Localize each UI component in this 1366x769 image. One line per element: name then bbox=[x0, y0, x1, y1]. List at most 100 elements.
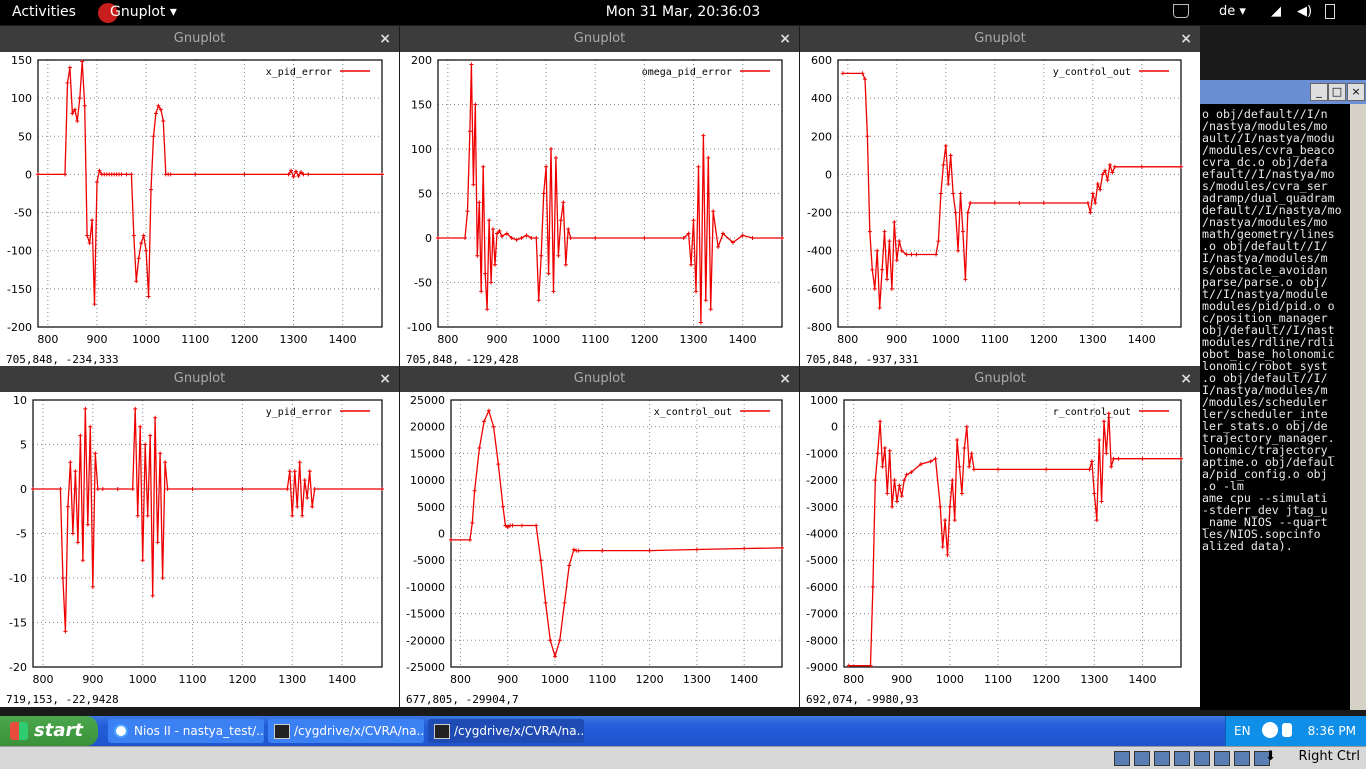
volume-icon[interactable]: ◀) bbox=[1297, 4, 1312, 19]
taskbar-item-nios[interactable]: Nios II - nastya_test/... bbox=[108, 719, 264, 743]
taskbar-item-cygwin-2[interactable]: /cygdrive/x/CVRA/na... bbox=[428, 719, 584, 743]
display-icon[interactable] bbox=[1214, 751, 1230, 766]
network-adapter-icon[interactable] bbox=[1174, 751, 1190, 766]
y-tick-label: -400 bbox=[807, 245, 832, 258]
data-point bbox=[83, 406, 88, 411]
usb-icon[interactable] bbox=[1154, 751, 1170, 766]
keyboard-layout[interactable]: de ▾ bbox=[1219, 4, 1246, 19]
terminal-titlebar[interactable]: _ □ × bbox=[1200, 80, 1366, 104]
data-point bbox=[880, 464, 885, 469]
y-tick-label: -9000 bbox=[806, 661, 838, 674]
y-tick-label: -20 bbox=[9, 661, 27, 674]
start-button[interactable]: start bbox=[0, 716, 98, 746]
terminal-scrollbar[interactable] bbox=[1350, 104, 1366, 710]
plot-canvas[interactable]: 800 900 1000 1100 1200 1300 1400 -20 -15 -10 -5 0 5 1… bbox=[0, 392, 399, 707]
data-point bbox=[292, 469, 297, 474]
data-point bbox=[489, 280, 494, 285]
window-titlebar[interactable]: Gnuplot × bbox=[400, 366, 799, 392]
maximize-icon[interactable]: □ bbox=[1328, 83, 1346, 101]
data-point bbox=[957, 464, 962, 469]
close-icon[interactable]: × bbox=[779, 366, 791, 392]
data-point bbox=[593, 236, 598, 240]
gnuplot-window-r-control-out[interactable]: Gnuplot × 800 900 1000 1100 1200 1300 1400 -9000 -… bbox=[800, 366, 1200, 707]
terminal-output[interactable]: o obj/default//I/n/nastya/modules/mo ault… bbox=[1202, 108, 1342, 552]
data-point bbox=[285, 487, 290, 491]
wifi-icon[interactable]: ◢ bbox=[1271, 4, 1281, 19]
data-point bbox=[119, 172, 124, 177]
safely-remove-icon[interactable] bbox=[1282, 723, 1292, 737]
x-tick-label: 1400 bbox=[1128, 673, 1156, 686]
data-point bbox=[190, 487, 195, 491]
data-point bbox=[75, 119, 80, 124]
data-point bbox=[1099, 499, 1104, 504]
data-point bbox=[73, 469, 78, 474]
coffee-icon[interactable] bbox=[1173, 4, 1189, 18]
plot-canvas[interactable]: 800 900 1000 1100 1200 1300 1400-200-150-100-5… bbox=[0, 52, 399, 367]
tray-clock[interactable]: 8:36 PM bbox=[1308, 724, 1356, 738]
window-titlebar[interactable]: Gnuplot × bbox=[400, 26, 799, 52]
y-tick-label: -200 bbox=[807, 207, 832, 220]
recording-icon[interactable] bbox=[1234, 751, 1250, 766]
gnuplot-window-x-pid-error[interactable]: Gnuplot × 800 900 1000 1100 1200 1300 1400 -200 -1… bbox=[0, 26, 399, 367]
x-tick-label: 1200 bbox=[630, 333, 658, 346]
data-point bbox=[479, 289, 484, 294]
data-point bbox=[885, 277, 889, 282]
data-point bbox=[875, 248, 880, 253]
data-point bbox=[1094, 518, 1099, 523]
data-point bbox=[536, 298, 541, 303]
cygwin-terminal-window[interactable]: _ □ × o obj/default//I/n/nastya/modules/… bbox=[1200, 80, 1366, 710]
cursor-coordinates: 677,805, -29904,7 bbox=[406, 693, 519, 706]
shared-folders-icon[interactable] bbox=[1194, 751, 1210, 766]
window-titlebar[interactable]: Gnuplot × bbox=[0, 26, 399, 52]
taskbar-item-cygwin-1[interactable]: /cygdrive/x/CVRA/na... bbox=[268, 719, 424, 743]
plot-canvas[interactable]: 800 900 1000 1100 1200 1300 1400 -25000 -20000 -1… bbox=[400, 392, 799, 707]
window-title: Gnuplot bbox=[573, 371, 626, 386]
window-titlebar[interactable]: Gnuplot × bbox=[800, 26, 1200, 52]
minimize-icon[interactable]: _ bbox=[1310, 83, 1328, 101]
close-icon[interactable]: × bbox=[379, 366, 391, 392]
y-tick-label: -3000 bbox=[806, 501, 838, 514]
optical-drive-icon[interactable] bbox=[1134, 751, 1150, 766]
data-point bbox=[65, 80, 70, 85]
gnuplot-window-y-control-out[interactable]: Gnuplot × 800 900 1000 1100 1200 1300 1400 -800 -6… bbox=[800, 26, 1200, 367]
data-point bbox=[698, 320, 703, 325]
language-indicator[interactable]: EN bbox=[1234, 724, 1251, 738]
gnuplot-window-omega-pid-error[interactable]: Gnuplot × 800 900 1000 1100 1200 1300 1400 -100 -5… bbox=[400, 26, 799, 367]
gnuplot-window-x-control-out[interactable]: Gnuplot × 800 900 1000 1100 1200 1300 1400 -25000… bbox=[400, 366, 799, 707]
data-point bbox=[63, 629, 68, 634]
y-tick-label: 100 bbox=[11, 92, 32, 105]
x-tick-label: 800 bbox=[437, 333, 458, 346]
data-point bbox=[168, 172, 173, 177]
clock[interactable]: Mon 31 Mar, 20:36:03 bbox=[606, 4, 760, 20]
close-icon[interactable]: × bbox=[1180, 366, 1192, 392]
close-icon[interactable]: × bbox=[1180, 26, 1192, 52]
activities-button[interactable]: Activities bbox=[12, 4, 76, 20]
data-point bbox=[934, 252, 938, 257]
window-titlebar[interactable]: Gnuplot × bbox=[0, 366, 399, 392]
hard-disk-icon[interactable] bbox=[1114, 751, 1130, 766]
data-point bbox=[1112, 164, 1117, 169]
data-point bbox=[77, 96, 82, 101]
close-icon[interactable]: × bbox=[1347, 83, 1365, 101]
y-tick-label: 150 bbox=[11, 54, 32, 67]
plot-canvas[interactable]: 800 900 1000 1100 1200 1300 1400 -800 -600 -400 -2… bbox=[800, 52, 1200, 367]
app-menu-button[interactable]: Gnuplot ▾ bbox=[110, 4, 177, 20]
gnuplot-window-y-pid-error[interactable]: Gnuplot × 800 900 1000 1100 1200 1300 1400 -20 -15… bbox=[0, 366, 399, 707]
y-tick-label: -5 bbox=[16, 528, 27, 541]
data-point bbox=[240, 487, 245, 491]
data-point bbox=[701, 133, 706, 138]
plot-canvas[interactable]: 800 900 1000 1100 1200 1300 1400 -9000 -8000 -700… bbox=[800, 392, 1200, 707]
close-icon[interactable]: × bbox=[779, 26, 791, 52]
network-icon[interactable] bbox=[1262, 722, 1278, 738]
data-point bbox=[290, 513, 295, 518]
data-point bbox=[943, 143, 948, 148]
battery-icon[interactable] bbox=[1325, 4, 1335, 19]
data-point bbox=[958, 191, 963, 196]
close-icon[interactable]: × bbox=[379, 26, 391, 52]
data-point bbox=[534, 523, 539, 528]
data-point bbox=[689, 262, 694, 267]
x-tick-label: 900 bbox=[86, 333, 107, 346]
data-point bbox=[153, 111, 158, 116]
plot-canvas[interactable]: 800 900 1000 1100 1200 1300 1400 -100 -50 0 50 100 1… bbox=[400, 52, 799, 367]
window-titlebar[interactable]: Gnuplot × bbox=[800, 366, 1200, 392]
